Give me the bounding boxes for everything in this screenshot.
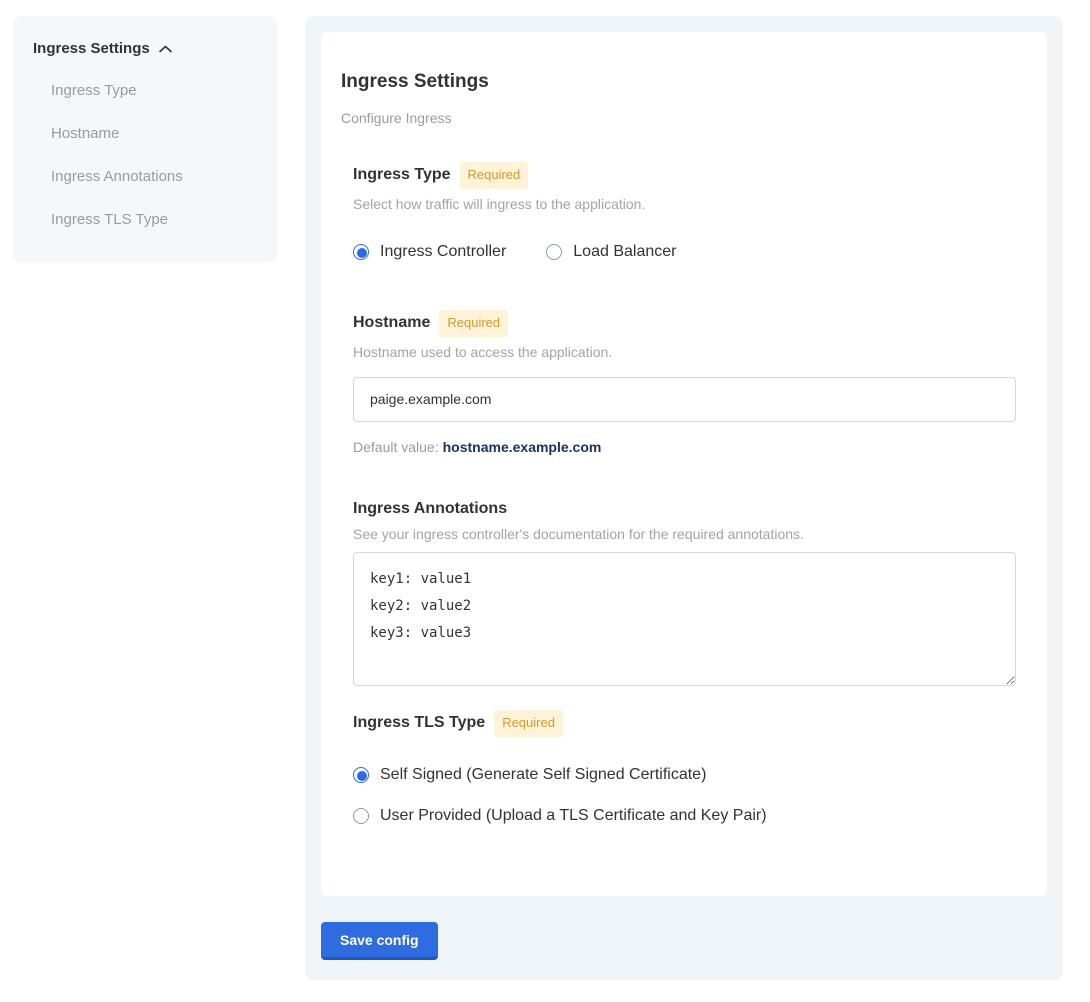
required-badge: Required — [494, 710, 563, 737]
section-label: Ingress Type — [353, 165, 451, 185]
section-heading: Ingress Type Required — [353, 162, 1015, 189]
section-help-text: Select how traffic will ingress to the a… — [353, 196, 1015, 213]
config-area: Ingress Settings Configure Ingress Ingre… — [305, 16, 1063, 980]
radio-label: User Provided (Upload a TLS Certificate … — [380, 806, 767, 826]
default-value-label: Default value: — [353, 439, 439, 455]
default-value-line: Default value:hostname.example.com — [353, 439, 1015, 455]
hostname-input[interactable] — [353, 377, 1016, 422]
section-label: Hostname — [353, 313, 430, 333]
sidebar-item-ingress-annotations[interactable]: Ingress Annotations — [13, 168, 277, 186]
radio-selected-icon — [353, 244, 369, 260]
sidebar-group-label: Ingress Settings — [33, 40, 150, 57]
section-help-text: Hostname used to access the application. — [353, 344, 1015, 361]
radio-label: Self Signed (Generate Self Signed Certif… — [380, 765, 706, 785]
section-ingress-tls-type: Ingress TLS Type Required Self Signed (G… — [353, 710, 1015, 826]
sidebar-item-ingress-type[interactable]: Ingress Type — [13, 82, 277, 100]
page-title: Ingress Settings — [341, 71, 1015, 93]
ingress-type-options: Ingress Controller Load Balancer — [353, 242, 1015, 262]
section-ingress-type: Ingress Type Required Select how traffic… — [353, 162, 1015, 262]
radio-label: Ingress Controller — [380, 242, 506, 262]
required-badge: Required — [439, 310, 508, 337]
save-config-button[interactable]: Save config — [321, 922, 438, 960]
config-sidebar: Ingress Settings Ingress Type Hostname I… — [13, 16, 277, 263]
chevron-up-icon — [159, 45, 172, 53]
section-heading: Hostname Required — [353, 310, 1015, 337]
sidebar-item-ingress-tls-type[interactable]: Ingress TLS Type — [13, 211, 277, 229]
radio-label: Load Balancer — [573, 242, 676, 262]
section-label: Ingress Annotations — [353, 499, 507, 519]
page-subtitle: Configure Ingress — [341, 110, 1015, 126]
sidebar-group-ingress-settings[interactable]: Ingress Settings — [13, 40, 277, 57]
required-badge: Required — [460, 162, 529, 189]
radio-selected-icon — [353, 767, 369, 783]
radio-load-balancer[interactable]: Load Balancer — [546, 242, 676, 262]
page: Ingress Settings Ingress Type Hostname I… — [0, 0, 1090, 1002]
radio-unselected-icon — [546, 244, 562, 260]
sidebar-item-hostname[interactable]: Hostname — [13, 125, 277, 143]
radio-unselected-icon — [353, 808, 369, 824]
radio-user-provided[interactable]: User Provided (Upload a TLS Certificate … — [353, 806, 1015, 826]
section-label: Ingress TLS Type — [353, 713, 485, 733]
annotations-textarea[interactable]: key1: value1 key2: value2 key3: value3 — [353, 552, 1016, 686]
radio-self-signed[interactable]: Self Signed (Generate Self Signed Certif… — [353, 765, 1015, 785]
tls-type-options: Self Signed (Generate Self Signed Certif… — [353, 765, 1015, 826]
section-heading: Ingress Annotations — [353, 499, 1015, 519]
config-card: Ingress Settings Configure Ingress Ingre… — [321, 32, 1047, 896]
default-value: hostname.example.com — [443, 439, 602, 455]
section-heading: Ingress TLS Type Required — [353, 710, 1015, 737]
radio-ingress-controller[interactable]: Ingress Controller — [353, 242, 506, 262]
section-hostname: Hostname Required Hostname used to acces… — [353, 310, 1015, 455]
section-help-text: See your ingress controller's documentat… — [353, 526, 1015, 543]
section-ingress-annotations: Ingress Annotations See your ingress con… — [353, 499, 1015, 686]
